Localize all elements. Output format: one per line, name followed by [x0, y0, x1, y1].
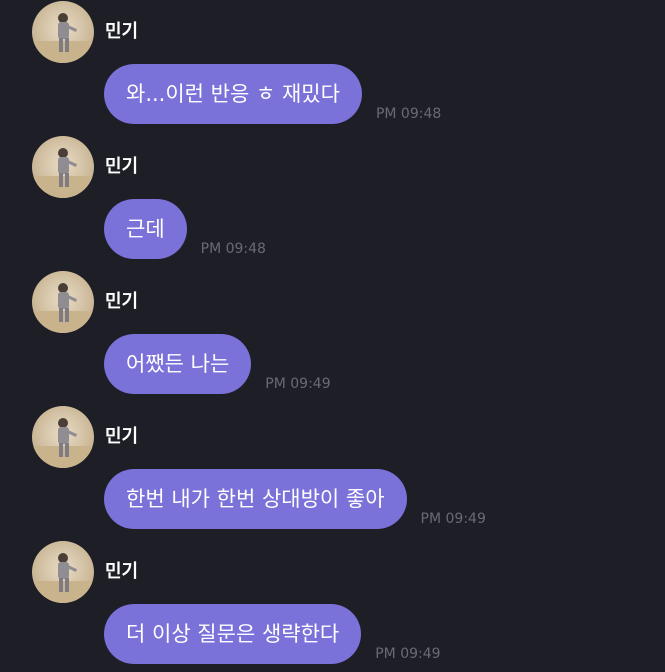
message-row: 근데 PM 09:48	[104, 199, 266, 259]
message-group: 민기 근데 PM 09:48	[0, 136, 665, 266]
avatar-photo-icon	[32, 283, 94, 333]
avatar-photo-icon	[32, 418, 94, 468]
message-group: 민기 더 이상 질문은 생략한다 PM 09:49	[0, 541, 665, 671]
message-row: 더 이상 질문은 생략한다 PM 09:49	[104, 604, 441, 664]
message-bubble[interactable]: 와...이런 반응 ㅎ 재밌다	[104, 64, 362, 124]
avatar[interactable]	[32, 1, 94, 63]
sender-name: 민기	[105, 426, 139, 447]
sender-name: 민기	[105, 156, 139, 177]
message-timestamp: PM 09:48	[375, 106, 442, 122]
message-bubble[interactable]: 근데	[104, 199, 187, 259]
avatar[interactable]	[32, 271, 94, 333]
message-row: 어쨌든 나는 PM 09:49	[104, 334, 331, 394]
message-row: 한번 내가 한번 상대방이 좋아 PM 09:49	[104, 469, 486, 529]
avatar[interactable]	[32, 541, 94, 603]
message-group: 민기 한번 내가 한번 상대방이 좋아 PM 09:49	[0, 406, 665, 536]
avatar-photo-icon	[32, 553, 94, 603]
message-timestamp: PM 09:49	[265, 376, 331, 392]
avatar-photo-icon	[32, 13, 94, 63]
message-timestamp: PM 09:49	[375, 646, 441, 662]
avatar-photo-icon	[32, 148, 94, 198]
message-row: 와...이런 반응 ㅎ 재밌다 PM 09:48	[104, 64, 441, 124]
avatar[interactable]	[32, 406, 94, 468]
message-group: 민기 와...이런 반응 ㅎ 재밌다 PM 09:48	[0, 1, 665, 131]
message-timestamp: PM 09:49	[420, 511, 486, 527]
avatar[interactable]	[32, 136, 94, 198]
message-bubble[interactable]: 더 이상 질문은 생략한다	[104, 604, 362, 664]
message-group: 민기 어쨌든 나는 PM 09:49	[0, 271, 665, 401]
message-timestamp: PM 09:48	[200, 241, 266, 257]
message-bubble[interactable]: 한번 내가 한번 상대방이 좋아	[104, 469, 407, 529]
message-bubble[interactable]: 어쨌든 나는	[104, 334, 252, 394]
sender-name: 민기	[105, 21, 139, 42]
chat-message-list[interactable]: 민기 와...이런 반응 ㅎ 재밌다 PM 09:48 민기 근데 PM 09:…	[0, 0, 665, 672]
sender-name: 민기	[105, 291, 139, 312]
sender-name: 민기	[105, 561, 139, 582]
